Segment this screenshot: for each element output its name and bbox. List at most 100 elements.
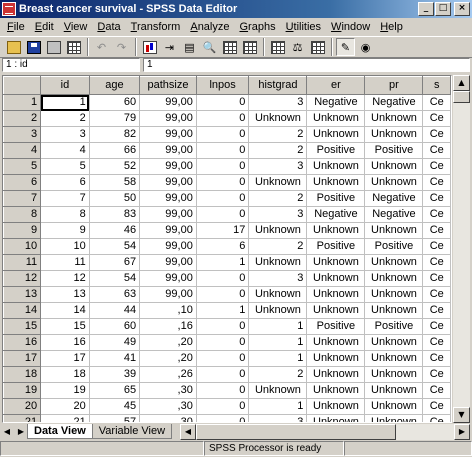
- data-cell-pathsize[interactable]: 99,00: [139, 286, 197, 303]
- row-number[interactable]: 2: [3, 110, 42, 127]
- data-cell-age[interactable]: 45: [89, 398, 141, 415]
- data-cell-lnpos[interactable]: 0: [196, 366, 250, 383]
- data-cell-histgrad[interactable]: 2: [248, 190, 308, 207]
- data-cell-s[interactable]: Ce: [422, 334, 451, 351]
- row-number[interactable]: 13: [3, 286, 42, 303]
- row-number[interactable]: 1: [3, 94, 42, 111]
- data-cell-age[interactable]: 44: [89, 302, 141, 319]
- data-cell-id[interactable]: 2: [40, 110, 90, 127]
- data-cell-pr[interactable]: Unknown: [364, 270, 424, 287]
- data-cell-id[interactable]: 9: [40, 222, 90, 239]
- vertical-scrollbar[interactable]: ▲ ▼: [453, 75, 470, 423]
- row-number[interactable]: 15: [3, 318, 42, 335]
- minimize-button[interactable]: _: [418, 2, 434, 16]
- data-cell-pr[interactable]: Positive: [364, 238, 424, 255]
- data-cell-er[interactable]: Unknown: [306, 334, 366, 351]
- data-cell-er[interactable]: Unknown: [306, 286, 366, 303]
- data-cell-lnpos[interactable]: 1: [196, 254, 250, 271]
- data-cell-s[interactable]: Ce: [422, 270, 451, 287]
- row-number[interactable]: 5: [3, 158, 42, 175]
- data-cell-er[interactable]: Unknown: [306, 382, 366, 399]
- data-cell-s[interactable]: Ce: [422, 398, 451, 415]
- menu-utilities[interactable]: Utilities: [281, 21, 326, 33]
- menu-file[interactable]: File: [2, 21, 30, 33]
- data-cell-age[interactable]: 65: [89, 382, 141, 399]
- column-header[interactable]: s: [422, 76, 451, 95]
- data-cell-histgrad[interactable]: 3: [248, 206, 308, 223]
- column-header[interactable]: age: [88, 76, 141, 95]
- data-cell-id[interactable]: 5: [40, 158, 90, 175]
- data-cell-histgrad[interactable]: 1: [248, 350, 308, 367]
- data-cell-er[interactable]: Unknown: [306, 110, 366, 127]
- corner-cell[interactable]: [3, 76, 42, 95]
- data-cell-histgrad[interactable]: 3: [248, 158, 308, 175]
- scroll-thumb-horizontal[interactable]: [196, 424, 396, 440]
- row-number[interactable]: 12: [3, 270, 42, 287]
- data-cell-lnpos[interactable]: 0: [196, 318, 250, 335]
- data-cell-id[interactable]: 3: [40, 126, 90, 143]
- data-cell-lnpos[interactable]: 0: [196, 94, 250, 111]
- data-cell-s[interactable]: Ce: [422, 302, 451, 319]
- column-header[interactable]: pr: [364, 76, 424, 95]
- data-cell-histgrad[interactable]: Unknown: [248, 302, 308, 319]
- data-cell-s[interactable]: Ce: [422, 158, 451, 175]
- data-cell-er[interactable]: Positive: [306, 238, 366, 255]
- data-cell-pathsize[interactable]: 99,00: [139, 158, 197, 175]
- data-cell-pr[interactable]: Unknown: [364, 382, 424, 399]
- variables-button[interactable]: ▤: [180, 38, 199, 56]
- data-cell-pr[interactable]: Unknown: [364, 286, 424, 303]
- data-cell-s[interactable]: Ce: [422, 174, 451, 191]
- data-cell-age[interactable]: 63: [89, 286, 141, 303]
- use-sets-button[interactable]: ◉: [356, 38, 375, 56]
- close-button[interactable]: ×: [454, 2, 470, 16]
- data-cell-lnpos[interactable]: 0: [196, 382, 250, 399]
- data-cell-histgrad[interactable]: Unknown: [248, 254, 308, 271]
- data-cell-er[interactable]: Unknown: [306, 174, 366, 191]
- dialog-recall-button[interactable]: [64, 38, 83, 56]
- data-cell-id[interactable]: 4: [40, 142, 90, 159]
- data-cell-er[interactable]: Unknown: [306, 350, 366, 367]
- data-cell-er[interactable]: Unknown: [306, 222, 366, 239]
- data-cell-id[interactable]: 16: [40, 334, 90, 351]
- menu-transform[interactable]: Transform: [126, 21, 186, 33]
- data-cell-age[interactable]: 79: [89, 110, 141, 127]
- data-cell-pathsize[interactable]: 99,00: [139, 254, 197, 271]
- data-cell-age[interactable]: 52: [89, 158, 141, 175]
- data-cell-age[interactable]: 67: [89, 254, 141, 271]
- data-cell-pathsize[interactable]: 99,00: [139, 270, 197, 287]
- undo-button[interactable]: ↶: [92, 38, 111, 56]
- row-number[interactable]: 19: [3, 382, 42, 399]
- data-cell-pr[interactable]: Unknown: [364, 126, 424, 143]
- insert-case-button[interactable]: [220, 38, 239, 56]
- data-cell-lnpos[interactable]: 0: [196, 286, 250, 303]
- data-cell-er[interactable]: Unknown: [306, 398, 366, 415]
- data-cell-pr[interactable]: Negative: [364, 94, 424, 111]
- data-cell-histgrad[interactable]: Unknown: [248, 222, 308, 239]
- data-cell-age[interactable]: 58: [89, 174, 141, 191]
- scroll-right-icon[interactable]: ▶: [454, 424, 470, 440]
- data-cell-age[interactable]: 66: [89, 142, 141, 159]
- data-cell-age[interactable]: 46: [89, 222, 141, 239]
- row-number[interactable]: 10: [3, 238, 42, 255]
- data-cell-pathsize[interactable]: 99,00: [139, 238, 197, 255]
- data-cell-age[interactable]: 49: [89, 334, 141, 351]
- data-cell-id[interactable]: 19: [40, 382, 90, 399]
- data-cell-pathsize[interactable]: 99,00: [139, 174, 197, 191]
- data-cell-pr[interactable]: Negative: [364, 190, 424, 207]
- row-number[interactable]: 21: [3, 414, 42, 422]
- menu-window[interactable]: Window: [326, 21, 375, 33]
- data-cell-lnpos[interactable]: 0: [196, 126, 250, 143]
- select-cases-button[interactable]: [308, 38, 327, 56]
- data-cell-histgrad[interactable]: 2: [248, 142, 308, 159]
- data-cell-age[interactable]: 83: [89, 206, 141, 223]
- data-cell-s[interactable]: Ce: [422, 238, 451, 255]
- data-cell-pathsize[interactable]: ,30: [139, 414, 197, 422]
- data-cell-pathsize[interactable]: 99,00: [139, 110, 197, 127]
- scroll-up-icon[interactable]: ▲: [453, 75, 470, 91]
- row-number[interactable]: 11: [3, 254, 42, 271]
- data-cell-s[interactable]: Ce: [422, 142, 451, 159]
- data-cell-histgrad[interactable]: Unknown: [248, 286, 308, 303]
- data-cell-pr[interactable]: Unknown: [364, 366, 424, 383]
- data-cell-pathsize[interactable]: ,20: [139, 334, 197, 351]
- split-file-button[interactable]: [268, 38, 287, 56]
